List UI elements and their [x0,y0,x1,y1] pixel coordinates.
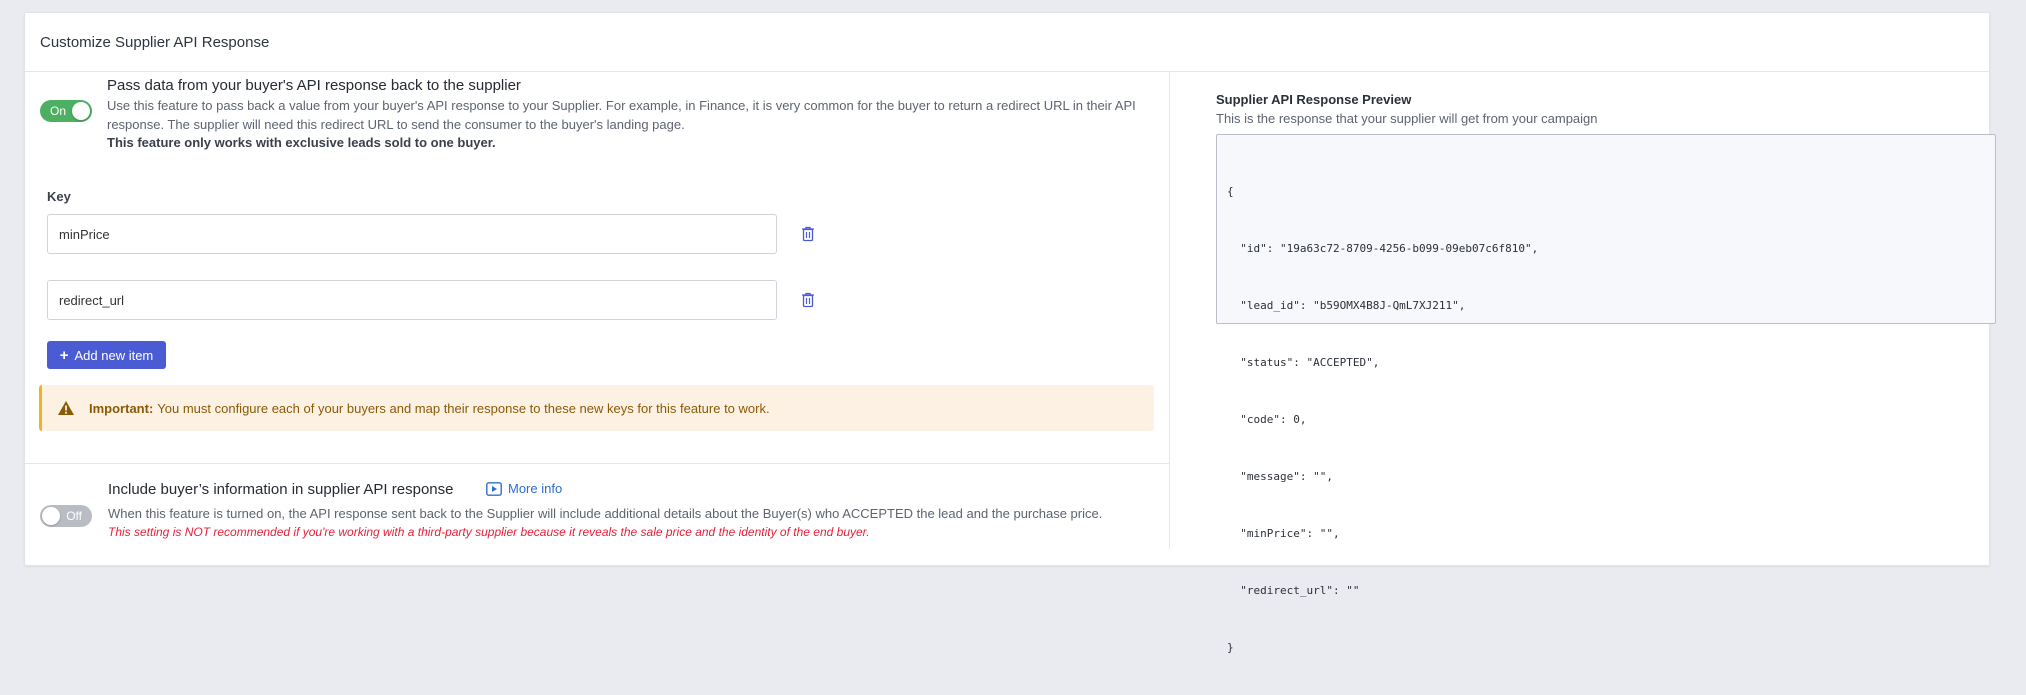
important-alert: Important: You must configure each of yo… [39,385,1154,431]
customize-supplier-api-card: Customize Supplier API Response On Pass … [24,12,1996,654]
code-line: { [1227,185,1234,198]
video-play-icon [486,481,502,496]
pass-data-description-line2: response. The supplier will need this re… [107,117,685,132]
section-divider [25,463,1169,464]
warning-triangle-icon [57,400,75,416]
preview-column: Supplier API Response Preview This is th… [1170,72,1996,654]
code-line: "code": 0, [1227,413,1307,426]
toggle-label: On [50,104,67,118]
preview-title: Supplier API Response Preview [1216,92,1412,107]
settings-column: On Pass data from your buyer's API respo… [25,72,1170,549]
include-buyer-toggle[interactable]: Off [40,505,92,527]
code-line: } [1227,641,1234,654]
toggle-knob [72,102,90,120]
key-column-label: Key [47,189,71,204]
toggle-label: Off [66,509,82,523]
third-party-warning: This setting is NOT recommended if you'r… [108,525,870,539]
code-line: "status": "ACCEPTED", [1227,356,1380,369]
plus-icon: + [59,346,69,364]
card-header: Customize Supplier API Response [25,13,1989,72]
key-input-redirect-url[interactable] [47,280,777,320]
exclusive-leads-note: This feature only works with exclusive l… [107,135,496,150]
api-response-code-block: { "id": "19a63c72-8709-4256-b099-09eb07c… [1216,134,1996,654]
include-buyer-title: Include buyer’s information in supplier … [108,481,454,498]
toggle-knob [42,507,60,525]
pass-data-description-line1: Use this feature to pass back a value fr… [107,98,1136,113]
code-line: "redirect_url": "" [1227,584,1360,597]
more-info-label: More info [508,481,563,496]
pass-data-title: Pass data from your buyer's API response… [107,77,521,94]
more-info-link[interactable]: More info [486,481,562,496]
preview-subtitle: This is the response that your supplier … [1216,111,1598,126]
key-input-minprice[interactable] [47,214,777,254]
code-line: "id": "19a63c72-8709-4256-b099-09eb07c6f… [1227,242,1539,255]
card-title: Customize Supplier API Response [40,33,270,51]
pass-data-toggle[interactable]: On [40,100,92,122]
include-buyer-description: When this feature is turned on, the API … [108,506,1103,521]
code-line: "message": "", [1227,470,1333,483]
alert-bold-label: Important: [89,400,154,416]
trash-icon[interactable] [801,292,815,308]
alert-text: You must configure each of your buyers a… [157,400,770,416]
add-new-item-label: Add new item [74,347,154,363]
code-line: "lead_id": "b59OMX4B8J-QmL7XJ211", [1227,299,1466,312]
trash-icon[interactable] [801,226,815,242]
add-new-item-button[interactable]: + Add new item [47,341,166,369]
code-line: "minPrice": "", [1227,527,1340,540]
